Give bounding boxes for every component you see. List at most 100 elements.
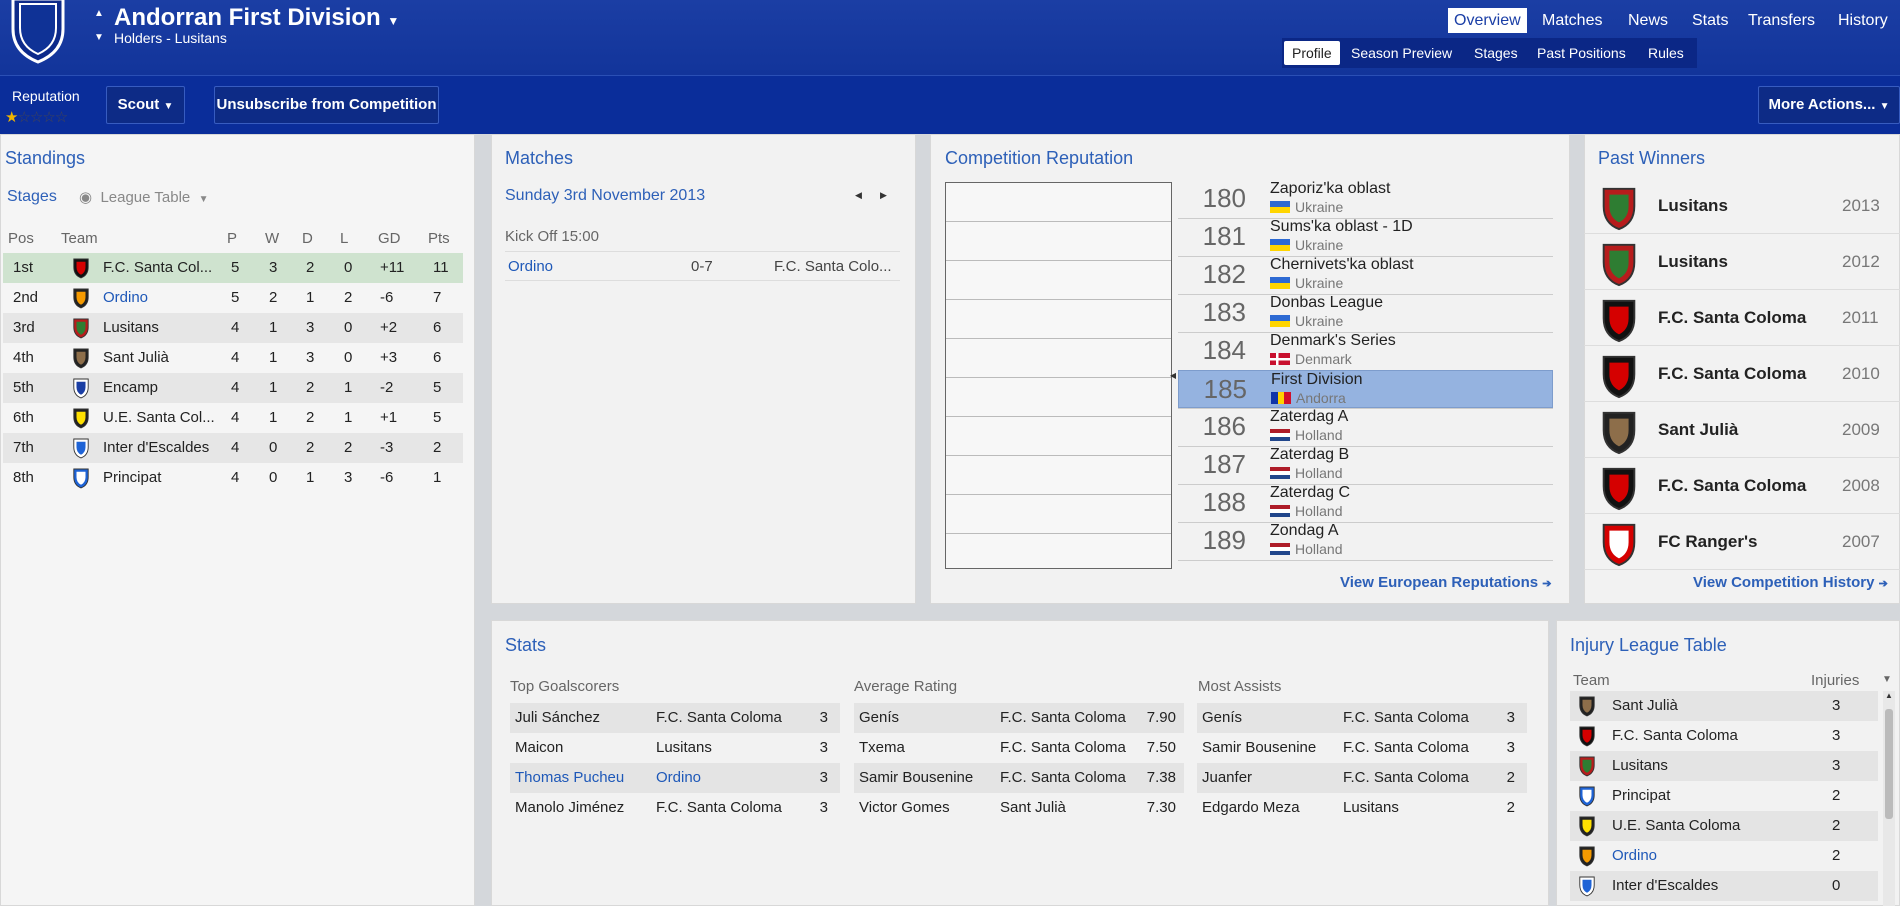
table-row[interactable]: 7th Inter d'Escaldes 4 0 2 2 -3 2 (3, 433, 463, 463)
subnav-stages[interactable]: Stages (1466, 41, 1526, 65)
injury-team[interactable]: Principat (1612, 781, 1670, 811)
table-row[interactable]: 4th Sant Julià 4 1 3 0 +3 6 (3, 343, 463, 373)
reputation-row[interactable]: 180 Zaporiz'ka oblast Ukraine (1178, 180, 1553, 218)
past-winner-row[interactable]: F.C. Santa Coloma 2011 (1584, 290, 1900, 346)
table-row[interactable]: 6th U.E. Santa Col... 4 1 2 1 +1 5 (3, 403, 463, 433)
injury-col-injuries[interactable]: Injuries (1811, 672, 1859, 689)
rating-row[interactable]: Samir Bousenine F.C. Santa Coloma 7.38 (854, 763, 1184, 793)
past-winner-row[interactable]: F.C. Santa Coloma 2008 (1584, 458, 1900, 514)
stat-player[interactable]: Thomas Pucheu (515, 763, 624, 793)
nav-transfers[interactable]: Transfers (1742, 8, 1821, 33)
injury-row[interactable]: Ordino 2 (1570, 841, 1878, 871)
past-winner-row[interactable]: Lusitans 2012 (1584, 234, 1900, 290)
stat-player[interactable]: Juanfer (1202, 763, 1252, 793)
past-winner-row[interactable]: Lusitans 2013 (1584, 178, 1900, 234)
reputation-row[interactable]: 184 Denmark's Series Denmark (1178, 332, 1553, 370)
stat-team[interactable]: F.C. Santa Coloma (1343, 703, 1469, 733)
stages-link[interactable]: Stages (7, 188, 57, 206)
injury-row[interactable]: Principat 2 (1570, 781, 1878, 811)
stat-team[interactable]: F.C. Santa Coloma (1000, 763, 1126, 793)
stat-team[interactable]: Sant Julià (1000, 793, 1066, 823)
assists-row[interactable]: Juanfer F.C. Santa Coloma 2 (1197, 763, 1527, 793)
stat-player[interactable]: Txema (859, 733, 905, 763)
stat-player[interactable]: Samir Bousenine (859, 763, 973, 793)
league-table-dropdown[interactable]: ◉ League Table ▼ (79, 188, 209, 206)
stat-player[interactable]: Maicon (515, 733, 563, 763)
stat-team[interactable]: Lusitans (1343, 793, 1399, 823)
nav-matches[interactable]: Matches (1536, 8, 1608, 33)
reputation-row[interactable]: 182 Chernivets'ka oblast Ukraine (1178, 256, 1553, 294)
injury-row[interactable]: F.C. Santa Coloma 3 (1570, 721, 1878, 751)
previous-competition-arrow-icon[interactable]: ▲ (93, 8, 105, 20)
injury-col-team[interactable]: Team (1573, 672, 1610, 689)
standings-team[interactable]: Lusitans (103, 313, 159, 343)
nav-overview[interactable]: Overview (1448, 8, 1527, 33)
unsubscribe-button[interactable]: Unsubscribe from Competition (214, 86, 439, 124)
subnav-past-positions[interactable]: Past Positions (1529, 41, 1634, 65)
col-gd[interactable]: GD (378, 230, 401, 247)
past-winner-row[interactable]: Sant Julià 2009 (1584, 402, 1900, 458)
stat-player[interactable]: Genís (859, 703, 899, 733)
col-pos[interactable]: Pos (8, 230, 34, 247)
match-score[interactable]: 0-7 (691, 252, 713, 281)
col-w[interactable]: W (265, 230, 279, 247)
reputation-row[interactable]: 186 Zaterdag A Holland (1178, 408, 1553, 446)
col-d[interactable]: D (302, 230, 313, 247)
col-p[interactable]: P (227, 230, 237, 247)
winner-team[interactable]: F.C. Santa Coloma (1658, 364, 1806, 384)
standings-team[interactable]: Encamp (103, 373, 158, 403)
home-team[interactable]: Ordino (508, 252, 553, 281)
scroll-up-icon[interactable]: ▲ (1883, 691, 1895, 700)
standings-team[interactable]: F.C. Santa Col... (103, 253, 212, 283)
stat-player[interactable]: Juli Sánchez (515, 703, 600, 733)
assists-row[interactable]: Edgardo Meza Lusitans 2 (1197, 793, 1527, 823)
winner-team[interactable]: F.C. Santa Coloma (1658, 308, 1806, 328)
standings-team[interactable]: U.E. Santa Col... (103, 403, 215, 433)
injury-team[interactable]: Sant Julià (1612, 691, 1678, 721)
view-european-reputations-link[interactable]: View European Reputations ➔ (1340, 574, 1551, 591)
scroll-thumb[interactable] (1885, 709, 1893, 819)
scout-button[interactable]: Scout ▼ (106, 86, 185, 124)
nav-history[interactable]: History (1832, 8, 1894, 33)
col-pts[interactable]: Pts (428, 230, 450, 247)
rating-row[interactable]: Txema F.C. Santa Coloma 7.50 (854, 733, 1184, 763)
winner-team[interactable]: FC Ranger's (1658, 532, 1757, 552)
goalscorer-row[interactable]: Thomas Pucheu Ordino 3 (510, 763, 840, 793)
winner-team[interactable]: Sant Julià (1658, 420, 1738, 440)
stat-team[interactable]: F.C. Santa Coloma (1343, 733, 1469, 763)
reputation-row[interactable]: 187 Zaterdag B Holland (1178, 446, 1553, 484)
winner-team[interactable]: Lusitans (1658, 196, 1728, 216)
past-winner-row[interactable]: FC Ranger's 2007 (1584, 514, 1900, 570)
reputation-row[interactable]: 185 First Division Andorra (1178, 370, 1553, 408)
winner-team[interactable]: F.C. Santa Coloma (1658, 476, 1806, 496)
injury-row[interactable]: Inter d'Escaldes 0 (1570, 871, 1878, 901)
nav-stats[interactable]: Stats (1686, 8, 1734, 33)
injury-row[interactable]: U.E. Santa Coloma 2 (1570, 811, 1878, 841)
col-team[interactable]: Team (61, 230, 98, 247)
past-winner-row[interactable]: F.C. Santa Coloma 2010 (1584, 346, 1900, 402)
stat-player[interactable]: Edgardo Meza (1202, 793, 1300, 823)
reputation-row[interactable]: 181 Sums'ka oblast - 1D Ukraine (1178, 218, 1553, 256)
stat-team[interactable]: F.C. Santa Coloma (1000, 703, 1126, 733)
goalscorer-row[interactable]: Manolo Jiménez F.C. Santa Coloma 3 (510, 793, 840, 823)
away-team[interactable]: F.C. Santa Colo... (774, 252, 892, 281)
stat-player[interactable]: Manolo Jiménez (515, 793, 624, 823)
injury-team[interactable]: Ordino (1612, 841, 1657, 871)
view-competition-history-link[interactable]: View Competition History ➔ (1693, 574, 1888, 591)
rating-row[interactable]: Genís F.C. Santa Coloma 7.90 (854, 703, 1184, 733)
title-dropdown-icon[interactable]: ▼ (387, 14, 399, 28)
table-row[interactable]: 1st F.C. Santa Col... 5 3 2 0 +11 11 (3, 253, 463, 283)
injury-team[interactable]: U.E. Santa Coloma (1612, 811, 1740, 841)
goalscorer-row[interactable]: Juli Sánchez F.C. Santa Coloma 3 (510, 703, 840, 733)
table-row[interactable]: 8th Principat 4 0 1 3 -6 1 (3, 463, 463, 493)
standings-team[interactable]: Principat (103, 463, 161, 493)
reputation-row[interactable]: 188 Zaterdag C Holland (1178, 484, 1553, 522)
assists-row[interactable]: Samir Bousenine F.C. Santa Coloma 3 (1197, 733, 1527, 763)
match-row[interactable]: Ordino 0-7 F.C. Santa Colo... (505, 252, 900, 281)
standings-team[interactable]: Inter d'Escaldes (103, 433, 209, 463)
winner-team[interactable]: Lusitans (1658, 252, 1728, 272)
stat-player[interactable]: Genís (1202, 703, 1242, 733)
nav-news[interactable]: News (1622, 8, 1674, 33)
table-row[interactable]: 5th Encamp 4 1 2 1 -2 5 (3, 373, 463, 403)
injury-scrollbar[interactable]: ▲ (1883, 691, 1895, 906)
